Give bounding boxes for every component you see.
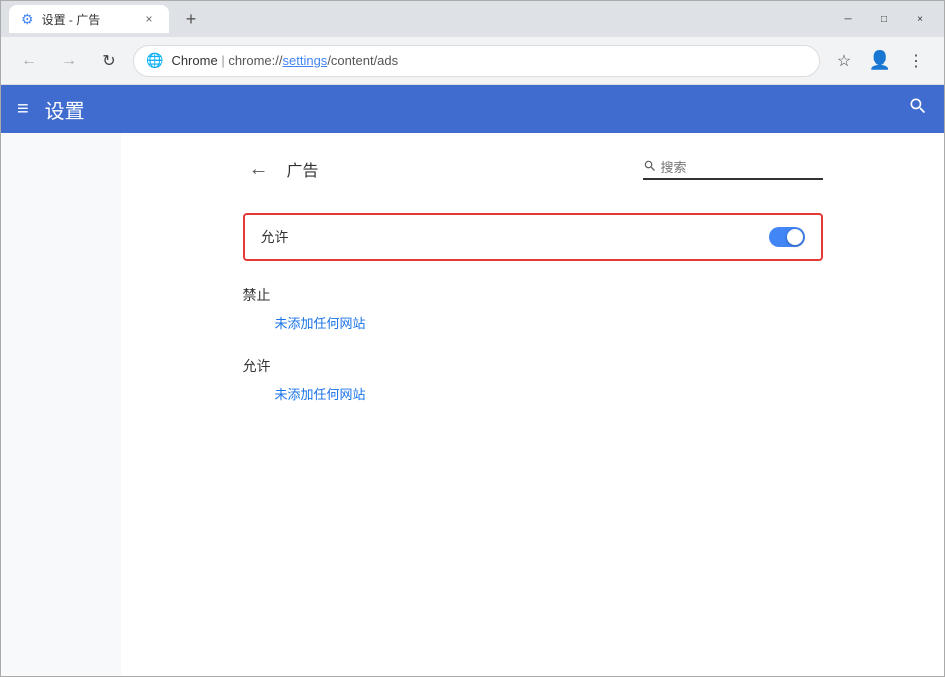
account-icon: 👤 — [869, 50, 891, 71]
maximize-button[interactable]: □ — [868, 7, 900, 31]
back-button[interactable]: ← — [13, 45, 45, 77]
sidebar — [1, 133, 121, 676]
new-tab-button[interactable]: + — [177, 5, 205, 33]
url-brand: Chrome — [171, 53, 217, 68]
tab-title: 设置 - 广告 — [42, 11, 101, 28]
account-button[interactable]: 👤 — [864, 45, 896, 77]
blocked-empty-text: 未添加任何网站 — [243, 313, 823, 332]
page-search-icon — [643, 159, 657, 176]
app-header: ≡ 设置 — [1, 85, 944, 133]
blocked-section: 禁止 未添加任何网站 — [243, 285, 823, 332]
browser-tab[interactable]: ⚙ 设置 - 广告 × — [9, 5, 169, 33]
url-path: /content/ads — [327, 53, 398, 68]
reload-icon: ↻ — [102, 51, 115, 71]
title-bar: ⚙ 设置 - 广告 × + ─ □ × — [1, 1, 944, 37]
toggle-section: 允许 — [243, 213, 823, 261]
page-header-left: ← 广告 — [243, 153, 319, 185]
app-title: 设置 — [45, 95, 85, 124]
url-bar[interactable]: 🌐 Chrome | chrome://settings/content/ads — [133, 45, 820, 77]
back-arrow-icon: ← — [21, 52, 37, 70]
window-controls: ─ □ × — [832, 7, 936, 31]
ads-toggle[interactable] — [769, 227, 805, 247]
page-title: 广告 — [287, 157, 319, 181]
star-icon: ☆ — [837, 51, 851, 71]
page-back-button[interactable]: ← — [243, 153, 275, 185]
allowed-section: 允许 未添加任何网站 — [243, 356, 823, 403]
allowed-section-header: 允许 — [243, 356, 823, 376]
page-search-input[interactable] — [661, 160, 801, 175]
toolbar-right: ☆ 👤 ⋮ — [828, 45, 932, 77]
content-area: ← 广告 允许 — [121, 133, 944, 676]
main-content: ← 广告 允许 — [1, 133, 944, 676]
page-search-bar[interactable] — [643, 159, 823, 180]
close-button[interactable]: × — [904, 7, 936, 31]
header-search-icon[interactable] — [908, 96, 928, 122]
more-icon: ⋮ — [908, 51, 924, 71]
address-bar: ← → ↻ 🌐 Chrome | chrome://settings/conte… — [1, 37, 944, 85]
tab-close-button[interactable]: × — [141, 11, 157, 27]
forward-button[interactable]: → — [53, 45, 85, 77]
reload-button[interactable]: ↻ — [93, 45, 125, 77]
tab-icon: ⚙ — [21, 11, 34, 28]
url-scheme: chrome:// — [228, 53, 282, 68]
page-header: ← 广告 — [243, 153, 823, 189]
page-back-arrow-icon: ← — [249, 158, 269, 181]
forward-arrow-icon: → — [61, 52, 77, 70]
hamburger-icon[interactable]: ≡ — [17, 98, 29, 121]
toggle-slider — [769, 227, 805, 247]
menu-button[interactable]: ⋮ — [900, 45, 932, 77]
url-text: Chrome | chrome://settings/content/ads — [171, 53, 398, 68]
allowed-empty-text: 未添加任何网站 — [243, 384, 823, 403]
blocked-section-header: 禁止 — [243, 285, 823, 305]
url-settings-part: settings — [283, 53, 328, 68]
bookmark-button[interactable]: ☆ — [828, 45, 860, 77]
globe-icon: 🌐 — [146, 52, 163, 69]
toggle-label: 允许 — [261, 227, 289, 247]
content-inner: ← 广告 允许 — [203, 133, 863, 447]
minimize-button[interactable]: ─ — [832, 7, 864, 31]
